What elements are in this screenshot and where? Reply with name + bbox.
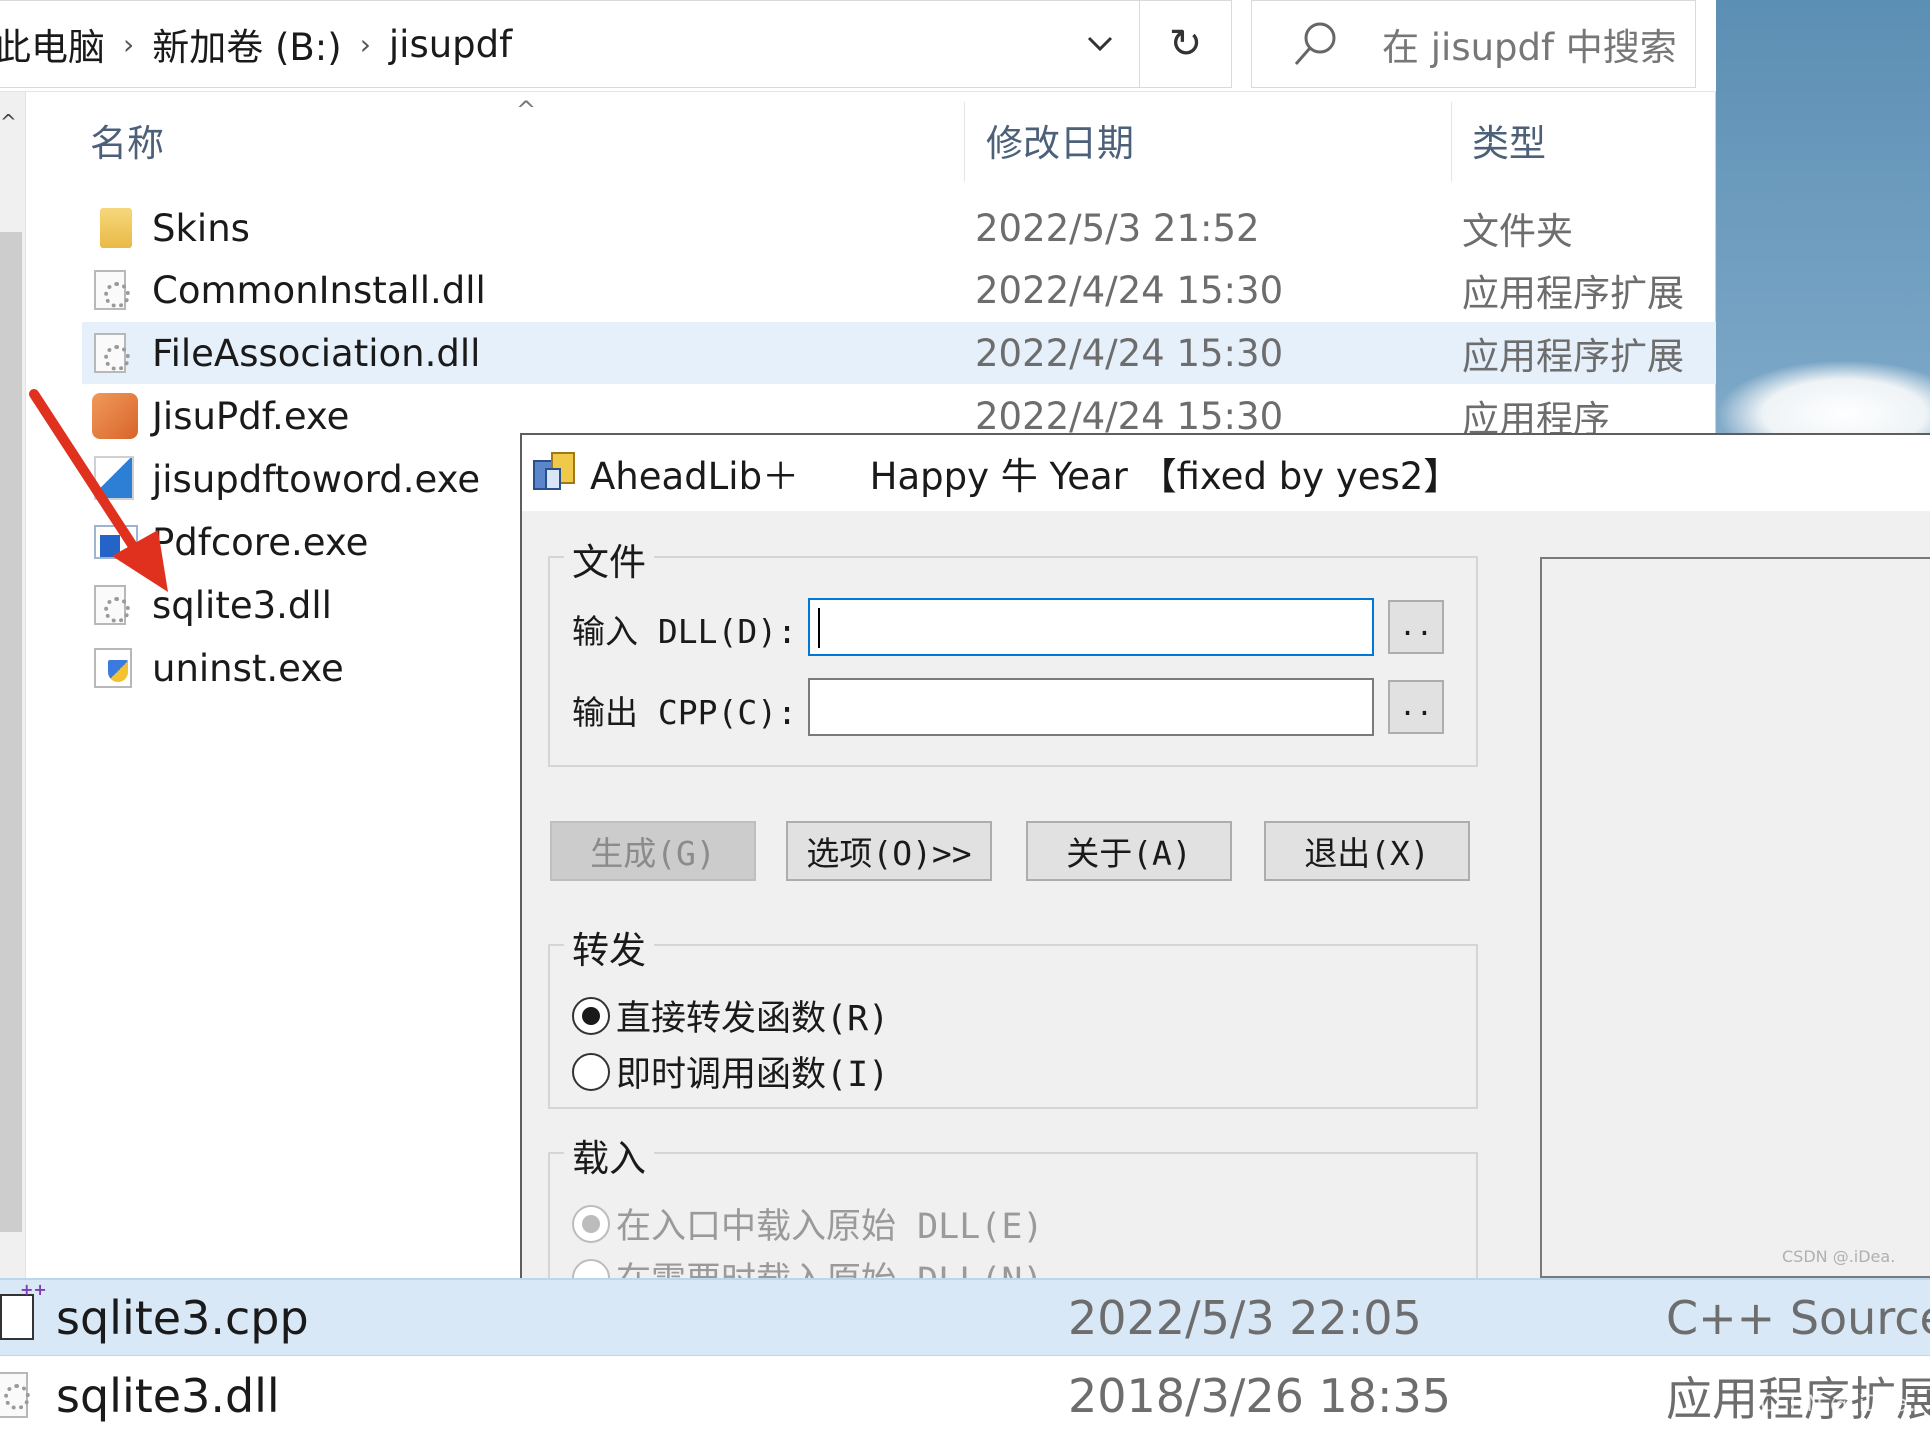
column-divider[interactable]	[964, 102, 965, 182]
forward-group-label: 转发	[564, 920, 654, 974]
exit-button[interactable]: 退出(X)	[1264, 821, 1470, 881]
file-type: 文件夹	[1462, 210, 1573, 253]
about-button[interactable]: 关于(A)	[1026, 821, 1232, 881]
column-header-date[interactable]: 修改日期	[986, 92, 1134, 188]
scroll-up-icon[interactable]: ^	[0, 110, 18, 134]
breadcrumb-this-pc[interactable]: 此电脑	[0, 17, 105, 71]
file-date: 2022/5/3 21:52	[975, 206, 1260, 250]
navigation-pane-scrollbar[interactable]	[0, 92, 26, 1278]
search-placeholder: 在 jisupdf 中搜索	[1382, 26, 1677, 69]
refresh-icon: ↻	[1168, 21, 1203, 67]
radio-label: 直接转发函数(R)	[616, 999, 890, 1039]
file-type: 应用程序扩展	[1462, 335, 1684, 378]
dialog-title: AheadLib＋ Happy 牛 Year 【fixed by yes2】	[590, 455, 1461, 498]
folder-icon	[100, 208, 132, 248]
options-button[interactable]: 选项(O)>>	[786, 821, 992, 881]
sort-ascending-icon: ^	[516, 96, 537, 124]
file-row-skins[interactable]: Skins 2022/5/3 21:52 文件夹	[82, 197, 1716, 259]
file-row-sqlite3-cpp[interactable]: sqlite3.cpp 2022/5/3 22:05 C++ Source	[0, 1280, 1930, 1356]
chevron-right-icon: ›	[359, 27, 371, 61]
text-caret	[818, 608, 820, 648]
browse-output-cpp-button[interactable]: ..	[1388, 680, 1444, 734]
radio-load-at-entry[interactable]: 在入口中载入原始 DLL(E)	[572, 1198, 1044, 1249]
dll-file-icon	[94, 270, 130, 310]
input-dll-field[interactable]	[808, 598, 1374, 656]
generate-button[interactable]: 生成(G)	[550, 821, 756, 881]
file-date: 2018/3/26 18:35	[1068, 1369, 1452, 1423]
aheadlib-app-icon	[533, 452, 575, 490]
scrollbar-thumb[interactable]	[0, 232, 22, 1232]
column-headers: ^ 名称 修改日期 类型	[26, 92, 1716, 188]
browse-input-dll-button[interactable]: ..	[1388, 600, 1444, 654]
file-name: Skins	[152, 206, 250, 250]
file-date: 2022/5/3 22:05	[1068, 1290, 1422, 1345]
file-date: 2022/4/24 15:30	[975, 394, 1284, 438]
file-name: sqlite3.dll	[56, 1369, 280, 1423]
radio-label: 在入口中载入原始 DLL(E)	[616, 1207, 1044, 1247]
search-icon	[1294, 22, 1336, 65]
file-row-fileassociation[interactable]: FileAssociation.dll 2022/4/24 15:30 应用程序…	[82, 322, 1716, 384]
file-date: 2022/4/24 15:30	[975, 331, 1284, 375]
file-type: C++ Source	[1666, 1290, 1930, 1345]
red-arrow-annotation	[29, 389, 168, 592]
file-name: FileAssociation.dll	[152, 331, 481, 375]
radio-button-icon	[572, 1204, 610, 1243]
breadcrumb[interactable]: 此电脑 › 新加卷 (B:) › jisupdf	[0, 0, 1140, 88]
file-name: jisupdftoword.exe	[152, 457, 481, 501]
dll-file-icon	[0, 1372, 30, 1418]
second-explorer-rows: sqlite3.cpp 2022/5/3 22:05 C++ Source sq…	[0, 1278, 1930, 1434]
dll-file-icon	[94, 333, 130, 373]
search-input[interactable]: 在 jisupdf 中搜索	[1251, 0, 1696, 88]
load-group-label: 载入	[564, 1128, 654, 1182]
file-row-sqlite3-dll-bottom[interactable]: sqlite3.dll 2018/3/26 18:35 应用程序扩展	[0, 1358, 1930, 1434]
file-date: 2022/4/24 15:30	[975, 268, 1284, 312]
radio-button-icon	[572, 996, 610, 1035]
output-cpp-field[interactable]	[808, 678, 1374, 736]
breadcrumb-jisupdf[interactable]: jisupdf	[389, 23, 512, 66]
file-name: uninst.exe	[152, 646, 344, 690]
column-header-name[interactable]: 名称	[90, 92, 164, 188]
uninstall-icon	[94, 648, 132, 688]
output-cpp-label: 输出 CPP(C):	[572, 693, 797, 732]
file-group-label: 文件	[564, 532, 654, 586]
input-dll-label: 输入 DLL(D):	[572, 612, 797, 651]
chevron-right-icon: ›	[123, 27, 135, 61]
file-name: JisuPdf.exe	[152, 394, 350, 438]
radio-button-icon	[572, 1052, 610, 1091]
column-header-type[interactable]: 类型	[1472, 92, 1546, 188]
address-bar: 此电脑 › 新加卷 (B:) › jisupdf ↻ 在 jisupdf 中搜索	[0, 0, 1716, 92]
file-row-commoninstall[interactable]: CommonInstall.dll 2022/4/24 15:30 应用程序扩展	[82, 259, 1716, 321]
file-name: Pdfcore.exe	[152, 520, 369, 564]
breadcrumb-volume-b[interactable]: 新加卷 (B:)	[152, 17, 341, 71]
file-type: 应用程序扩展	[1462, 272, 1684, 315]
file-name: sqlite3.cpp	[56, 1290, 309, 1345]
radio-instant-call[interactable]: 即时调用函数(I)	[572, 1046, 889, 1097]
radio-direct-forward[interactable]: 直接转发函数(R)	[572, 990, 889, 1041]
radio-label: 即时调用函数(I)	[616, 1055, 890, 1095]
column-divider[interactable]	[1451, 102, 1452, 182]
dialog-titlebar[interactable]: AheadLib＋ Happy 牛 Year 【fixed by yes2】	[522, 435, 1930, 511]
watermark: CSDN @.iDea.	[1760, 1392, 1916, 1417]
chevron-down-icon[interactable]	[1060, 0, 1140, 88]
log-panel[interactable]	[1540, 557, 1930, 1278]
file-name: CommonInstall.dll	[152, 268, 486, 312]
watermark: CSDN @.iDea.	[1782, 1247, 1896, 1266]
cpp-file-icon	[0, 1280, 47, 1340]
refresh-button[interactable]: ↻	[1140, 0, 1232, 88]
